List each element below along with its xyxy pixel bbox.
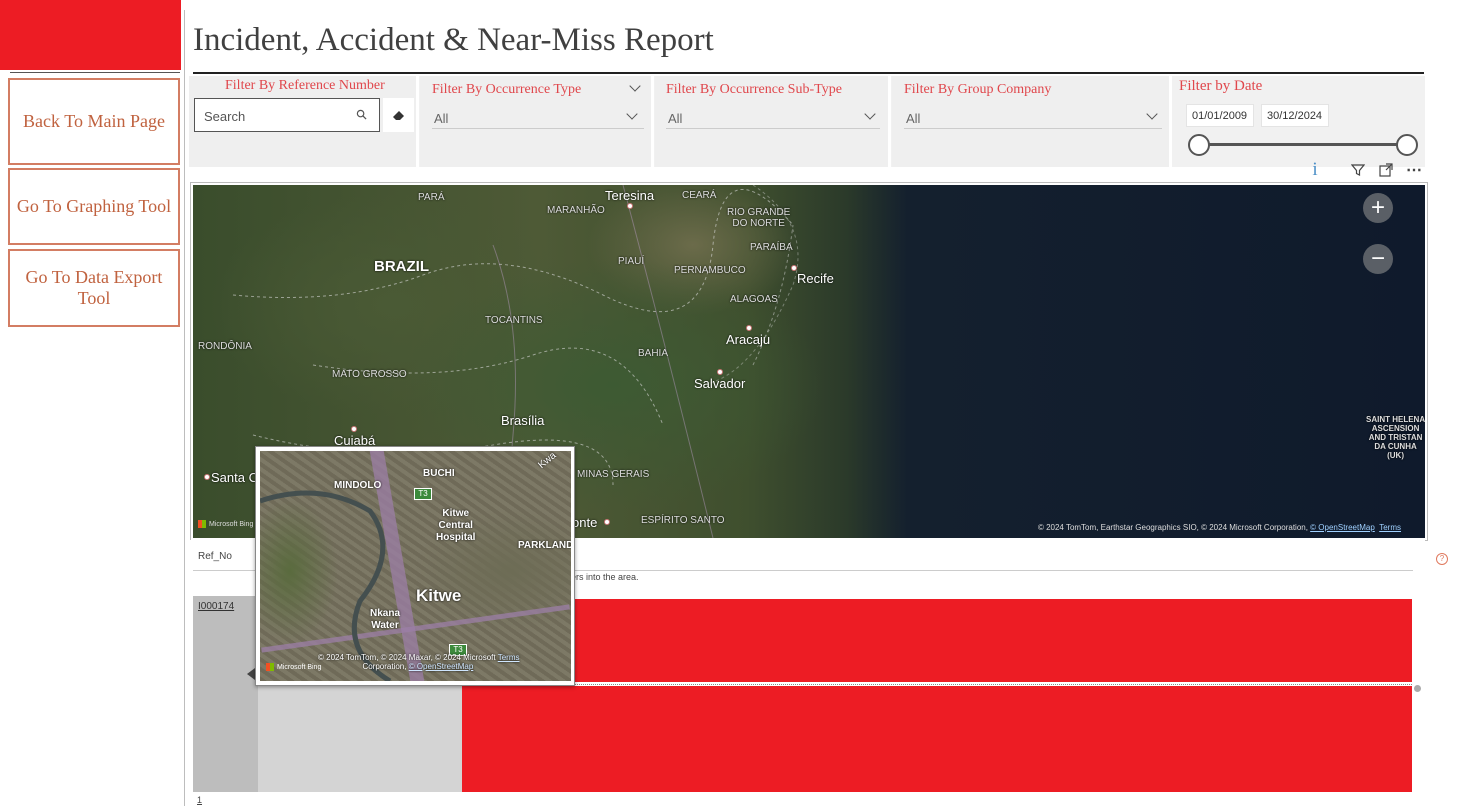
date-from-input[interactable]: 01/01/2009 <box>1186 104 1254 127</box>
date-slider-track[interactable] <box>1199 143 1407 146</box>
group-company-label: Filter By Group Company <box>904 82 1052 97</box>
location-tooltip: MINDOLO BUCHI T3 Kitwe Central Hospital … <box>255 446 575 686</box>
graphing-tool-button[interactable]: Go To Graphing Tool <box>8 168 180 245</box>
map-label-maranhao: MARANHÃO <box>547 205 605 216</box>
terms-link[interactable]: Terms <box>498 653 520 662</box>
highway-shield: T3 <box>414 488 432 500</box>
focus-mode-icon[interactable] <box>1375 159 1397 181</box>
page-title: Incident, Accident & Near-Miss Report <box>193 22 714 58</box>
brand-logo <box>0 0 181 70</box>
table-row-ref-cell[interactable]: I000174 <box>193 596 258 792</box>
tip-label-nkana: Nkana Water <box>370 608 401 631</box>
map-label-aracaju: Aracaju <box>726 332 771 347</box>
occurrence-type-label: Filter By Occurrence Type <box>432 82 582 97</box>
map-label-paraiba: PARAÍBA <box>750 242 793 253</box>
map-label-recife: Recife <box>797 271 834 286</box>
filter-icon[interactable] <box>1347 159 1369 181</box>
date-filter-label: Filter by Date <box>1179 78 1263 94</box>
group-company-dropdown[interactable]: All <box>904 105 1162 129</box>
chevron-down-icon <box>1146 108 1158 120</box>
info-icon[interactable]: i <box>1304 159 1326 181</box>
occurrence-subtype-label: Filter By Occurrence Sub-Type <box>666 82 842 97</box>
tip-label-buchi: BUCHI <box>423 468 455 479</box>
occurrence-subtype-dropdown[interactable]: All <box>666 105 880 129</box>
report-page: Back To Main Page Go To Graphing Tool Go… <box>0 0 1471 806</box>
ms-bing-logo: Microsoft Bing <box>198 520 253 528</box>
map-label-salvador: Salvador <box>694 376 746 391</box>
osm-link[interactable]: © OpenStreetMap <box>409 662 474 671</box>
highlight-cell <box>462 599 1412 682</box>
map-label-espirito: ESPÍRITO SANTO <box>641 515 725 526</box>
search-icon[interactable] <box>356 109 367 120</box>
osm-link[interactable]: © OpenStreetMap <box>1310 523 1375 532</box>
date-slider-start-handle[interactable] <box>1188 134 1210 156</box>
map-label-santa: Santa C <box>211 470 258 485</box>
map-label-pernambuco: PERNAMBUCO <box>674 265 746 276</box>
city-marker <box>746 325 752 331</box>
map-label-tocantins: TOCANTINS <box>485 315 543 326</box>
map-label-rgn: RIO GRANDE DO NORTE <box>727 207 791 229</box>
ref-filter-label: Filter By Reference Number <box>225 78 385 93</box>
date-to-input[interactable]: 30/12/2024 <box>1261 104 1329 127</box>
tip-label-parklands: PARKLAND <box>518 540 571 551</box>
ref-number-link[interactable]: I000174 <box>198 601 234 612</box>
help-icon[interactable]: ? <box>1436 553 1448 565</box>
map-label-minas: MINAS GERAIS <box>577 469 650 480</box>
eraser-icon[interactable] <box>383 98 414 132</box>
chevron-down-icon <box>864 108 876 120</box>
map-label-para: PARÁ <box>418 192 445 203</box>
tooltip-pointer <box>247 668 255 680</box>
col-header-ref[interactable]: Ref_No <box>198 551 232 562</box>
terms-link[interactable]: Terms <box>1379 523 1401 532</box>
map-label-piaui: PIAUÍ <box>618 256 645 267</box>
city-marker <box>717 369 723 375</box>
data-export-button[interactable]: Go To Data Export Tool <box>8 249 180 327</box>
map-attribution: © 2024 TomTom, Earthstar Geographics SIO… <box>1037 523 1401 532</box>
map-label-rondonia: RONDÔNIA <box>198 341 252 352</box>
highlight-cell <box>462 686 1412 792</box>
map-label-bahia: BAHIA <box>638 348 669 359</box>
group-company-value: All <box>906 111 921 126</box>
river <box>260 490 392 681</box>
occurrence-type-dropdown[interactable]: All <box>432 105 644 129</box>
search-input[interactable]: Search <box>194 98 380 132</box>
back-to-main-button[interactable]: Back To Main Page <box>8 78 180 165</box>
occurrence-subtype-value: All <box>668 111 683 126</box>
more-options-icon[interactable]: ⋯ <box>1403 159 1425 181</box>
tip-label-mindolo: MINDOLO <box>334 480 382 491</box>
date-slider-end-handle[interactable] <box>1396 134 1418 156</box>
city-marker <box>351 426 357 432</box>
tooltip-map: MINDOLO BUCHI T3 Kitwe Central Hospital … <box>260 451 571 681</box>
city-marker <box>791 265 797 271</box>
scroll-handle[interactable] <box>1414 685 1421 692</box>
map-label-teresina: Teresina <box>605 188 655 203</box>
ms-bing-logo: Microsoft Bing <box>266 663 321 671</box>
zoom-in-icon[interactable]: + <box>1363 193 1393 223</box>
map-label-matogrosso: MATO GROSSO <box>332 369 407 380</box>
sidebar-divider <box>184 10 185 806</box>
tip-label-kitwe: Kitwe <box>416 586 462 605</box>
zoom-out-icon[interactable]: − <box>1363 244 1393 274</box>
tip-label-hospital: Kitwe Central Hospital <box>436 508 476 543</box>
title-rule <box>193 72 1424 74</box>
map-label-horizonte: onte <box>572 515 598 530</box>
chevron-down-icon <box>626 108 638 120</box>
occurrence-type-value: All <box>434 111 449 126</box>
map-label-sthelena: SAINT HELENA ASCENSION AND TRISTAN DA CU… <box>1366 415 1425 460</box>
map-label-alagoas: ALAGOAS <box>730 294 778 305</box>
row-divider <box>462 684 1412 685</box>
city-marker <box>204 474 210 480</box>
map-label-ceara: CEARÁ <box>682 190 717 201</box>
footer-link[interactable]: 1 <box>197 795 202 805</box>
nav-divider <box>10 72 180 73</box>
city-marker <box>604 519 610 525</box>
map-label-brazil: BRAZIL <box>374 258 429 275</box>
description-fragment: hers into the area. <box>566 572 639 582</box>
table-cell <box>258 686 463 792</box>
map-label-brasilia: Brasília <box>501 413 545 428</box>
city-marker <box>627 203 633 209</box>
tooltip-attribution: © 2024 TomTom, © 2024 Maxar, © 2024 Micr… <box>318 653 520 671</box>
